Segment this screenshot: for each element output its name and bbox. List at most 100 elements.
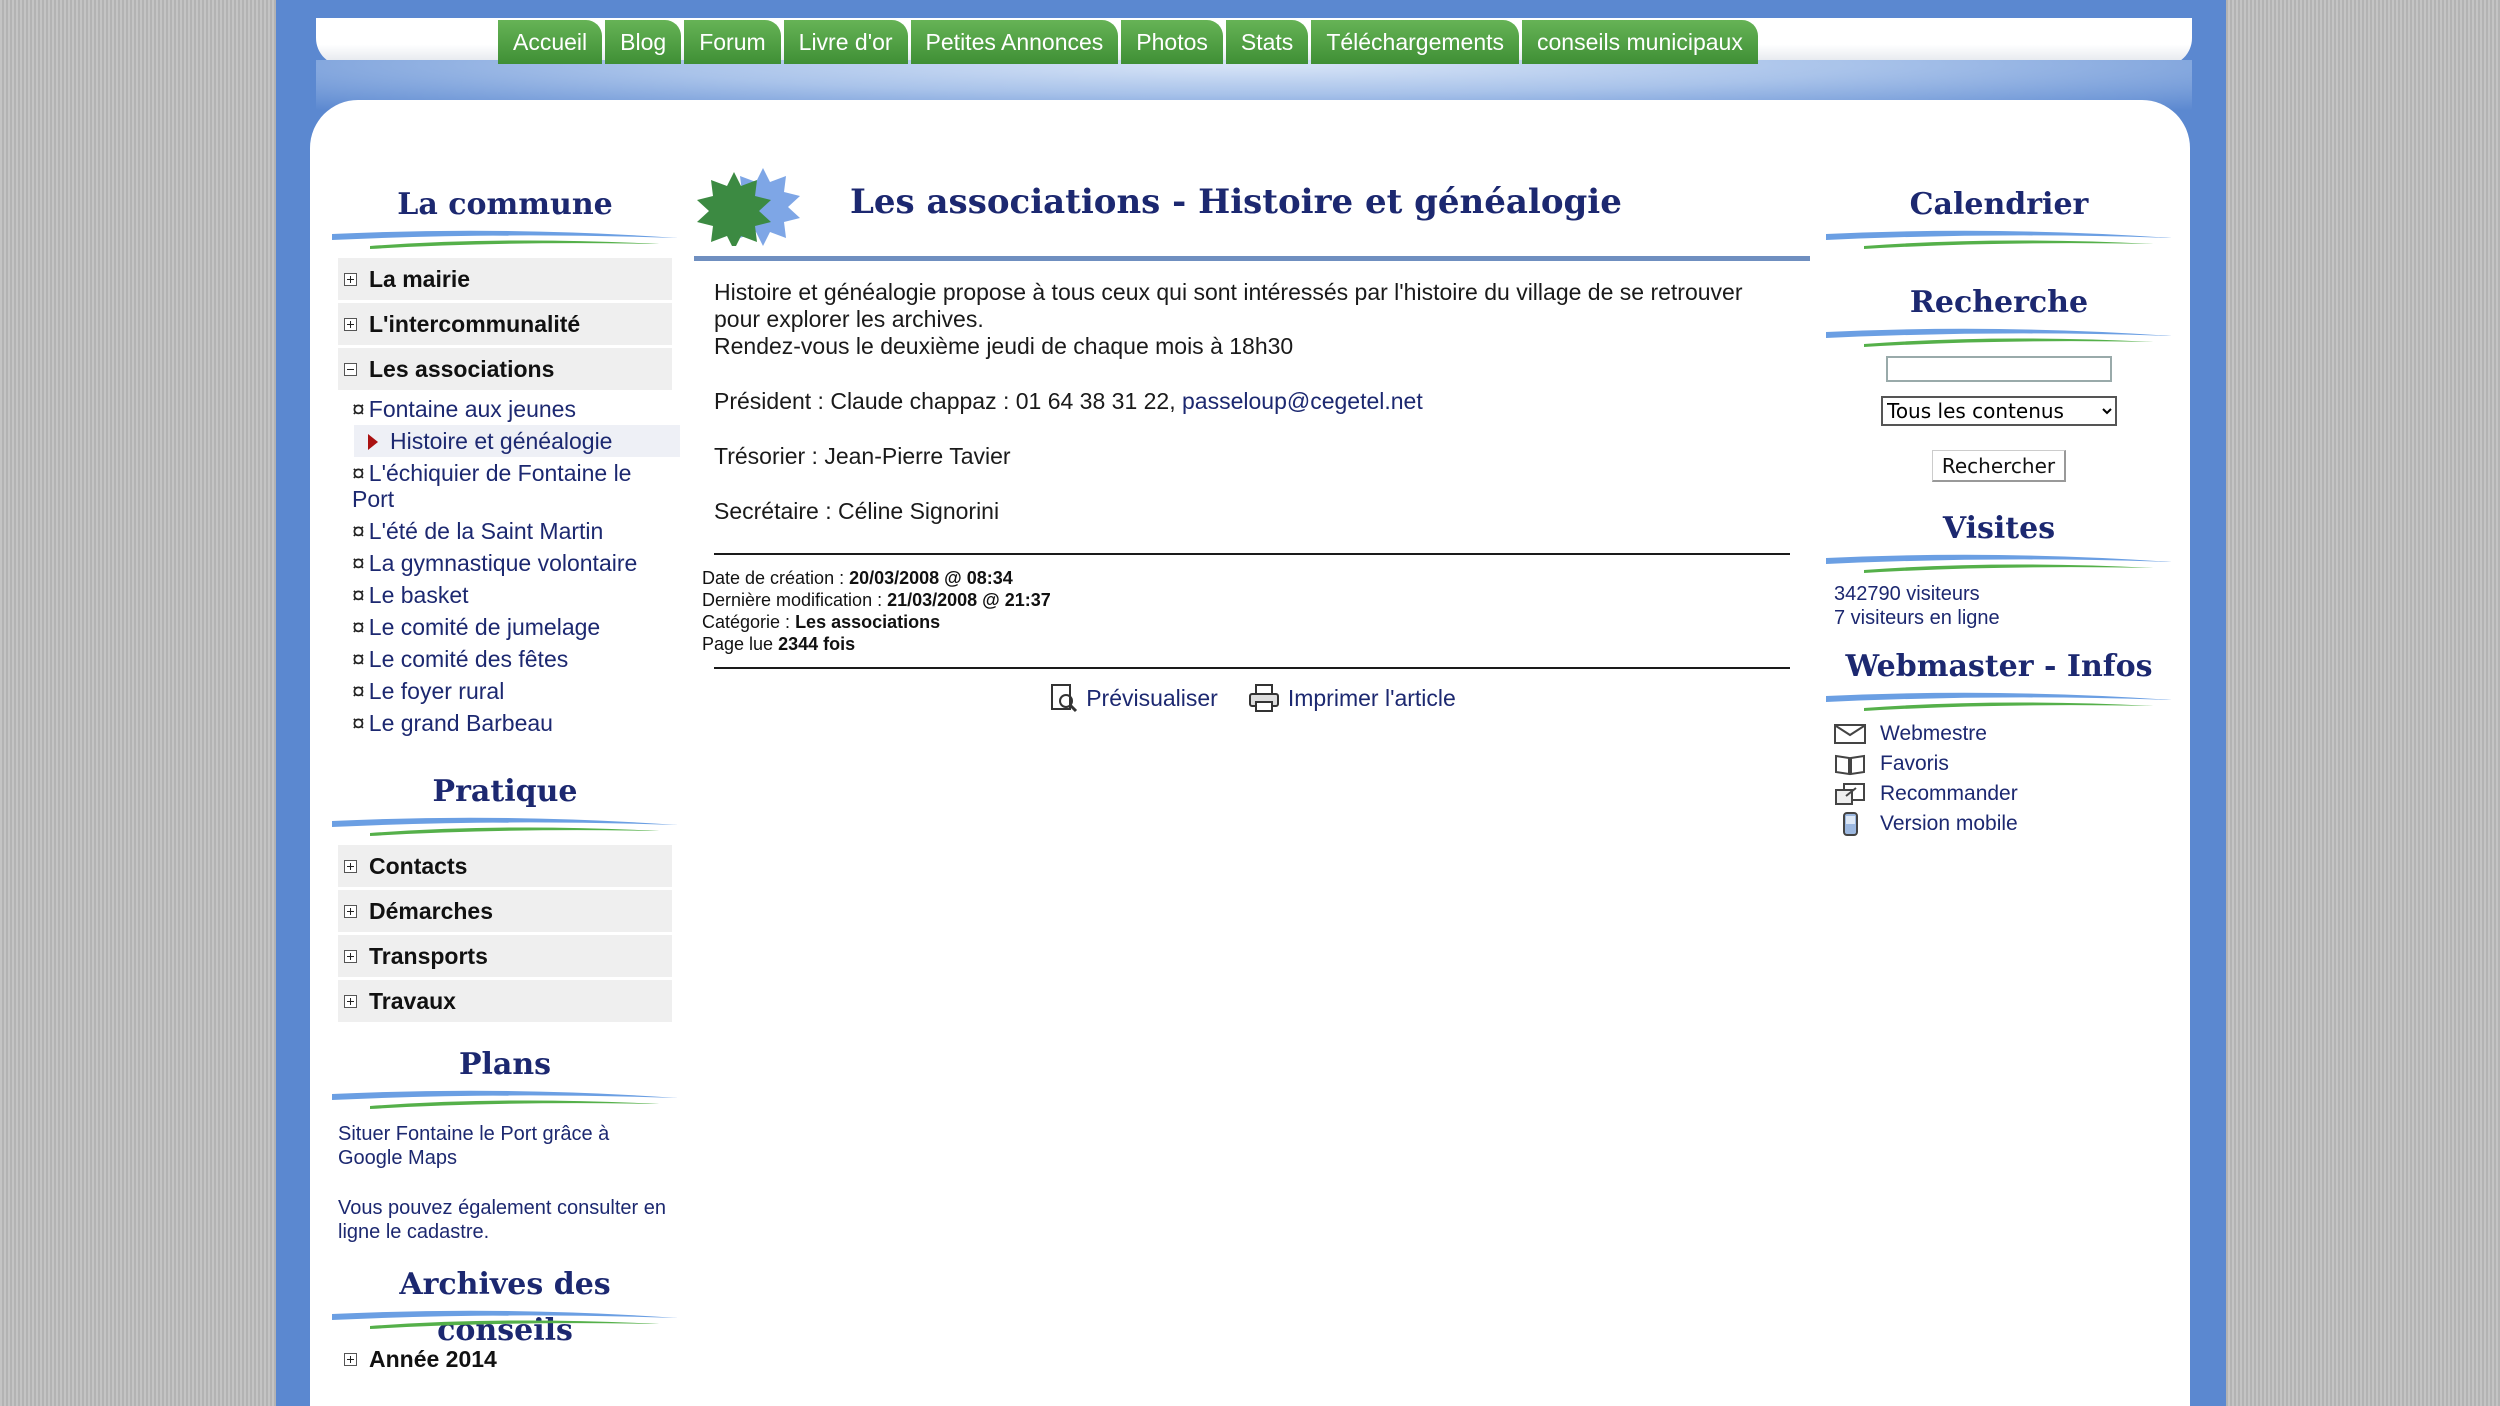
collapse-minus-icon[interactable] [344, 362, 357, 376]
category-value: Les associations [795, 612, 941, 632]
recommend-icon [1835, 783, 1865, 805]
modified-value: 21/03/2008 @ 21:37 [887, 590, 1051, 610]
left-sidebar: La commune La mairie L'intercommunalité … [330, 182, 680, 1383]
menu-la-mairie[interactable]: La mairie [338, 258, 672, 300]
nav-tab-blog[interactable]: Blog [605, 20, 682, 64]
menu-demarches[interactable]: Démarches [338, 890, 672, 932]
search-scope-select[interactable]: Tous les contenus [1881, 396, 2117, 426]
sub-jumelage[interactable]: ¤ Le comité de jumelage [330, 611, 680, 643]
menu-label: Année 2014 [369, 1345, 497, 1372]
mail-icon [1834, 724, 1866, 744]
sub-label: Histoire et généalogie [390, 428, 613, 454]
swoosh-decoration [332, 230, 678, 249]
expand-plus-icon[interactable] [344, 904, 357, 918]
article-header: Les associations - Histoire et généalogi… [694, 166, 1810, 261]
sub-label: Le grand Barbeau [368, 710, 553, 736]
menu-label: Contacts [369, 852, 468, 879]
sub-label: Le comité de jumelage [368, 614, 601, 640]
sub-basket[interactable]: ¤ Le basket [330, 579, 680, 611]
read-value: 2344 fois [778, 634, 856, 654]
nav-tab-conseils-municipaux[interactable]: conseils municipaux [1522, 20, 1758, 64]
article-actions: Prévisualiser Imprimer l'article [694, 683, 1810, 713]
plans-cadastre-link[interactable]: Vous pouvez également consulter en ligne… [330, 1192, 680, 1248]
sub-gymnastique[interactable]: ¤ La gymnastique volontaire [330, 547, 680, 579]
content-panel: La commune La mairie L'intercommunalité … [310, 100, 2190, 1406]
sub-echiquier[interactable]: ¤ L'échiquier de Fontaine le Port [330, 457, 680, 515]
created-label: Date de création : [702, 568, 850, 588]
nav-tab-forum[interactable]: Forum [684, 20, 781, 64]
visitor-count: 342790 visiteurs [1834, 583, 1980, 605]
president-email-link[interactable]: passeloup@cegetel.net [1182, 388, 1423, 414]
menu-les-associations[interactable]: Les associations [338, 348, 672, 390]
book-icon [1835, 754, 1865, 776]
menu-label: Démarches [369, 897, 494, 924]
active-arrow-icon [368, 434, 378, 450]
swoosh-decoration [332, 1090, 678, 1109]
sub-label: Le comité des fêtes [368, 646, 569, 672]
article-body: Histoire et généalogie propose à tous ce… [694, 261, 1810, 525]
sub-fontaine-aux-jeunes[interactable]: ¤ Fontaine aux jeunes [330, 393, 680, 425]
menu-label: Les associations [369, 355, 555, 382]
bullet-icon: ¤ [352, 678, 365, 704]
expand-plus-icon[interactable] [344, 949, 357, 963]
bullet-icon: ¤ [352, 460, 365, 486]
expand-plus-icon[interactable] [344, 317, 357, 331]
menu-transports[interactable]: Transports [338, 935, 672, 977]
plans-title: Plans [458, 1047, 552, 1082]
expand-plus-icon[interactable] [344, 1352, 357, 1366]
swoosh-decoration [1826, 230, 2172, 249]
main-nav: Accueil Blog Forum Livre d'or Petites An… [498, 20, 1761, 64]
bullet-icon: ¤ [352, 646, 365, 672]
bullet-icon: ¤ [352, 550, 365, 576]
sub-ete-saint-martin[interactable]: ¤ L'été de la Saint Martin [330, 515, 680, 547]
print-button[interactable]: Imprimer l'article [1248, 683, 1456, 713]
menu-contacts[interactable]: Contacts [338, 845, 672, 887]
sub-label: L'échiquier de Fontaine le Port [352, 460, 632, 512]
search-input[interactable] [1886, 356, 2112, 382]
favoris-link[interactable]: Favoris [1834, 752, 2164, 776]
preview-button[interactable]: Prévisualiser [1048, 683, 1218, 713]
recommander-label: Recommander [1880, 782, 2018, 805]
bullet-icon: ¤ [352, 518, 365, 544]
search-button[interactable]: Rechercher [1932, 450, 2066, 482]
menu-travaux[interactable]: Travaux [338, 980, 672, 1022]
nav-tab-accueil[interactable]: Accueil [498, 20, 603, 64]
recommander-link[interactable]: Recommander [1834, 782, 2164, 806]
article-title: Les associations - Histoire et généalogi… [850, 182, 1622, 222]
intro-text: Histoire et généalogie propose à tous ce… [714, 279, 1743, 332]
expand-plus-icon[interactable] [344, 994, 357, 1008]
nav-tab-telechargements[interactable]: Téléchargements [1311, 20, 1520, 64]
sub-foyer-rural[interactable]: ¤ Le foyer rural [330, 675, 680, 707]
sub-histoire-genealogie[interactable]: Histoire et généalogie [354, 425, 680, 457]
webmaster-title: Webmaster - Infos [1845, 649, 2153, 684]
sub-label: L'été de la Saint Martin [368, 518, 604, 544]
expand-plus-icon[interactable] [344, 272, 357, 286]
sub-label: La gymnastique volontaire [368, 550, 638, 576]
nav-tab-stats[interactable]: Stats [1225, 20, 1309, 64]
expand-plus-icon[interactable] [344, 859, 357, 873]
online-count: 7 visiteurs en ligne [1834, 607, 2000, 629]
meeting-text: Rendez-vous le deuxième jeudi de chaque … [714, 333, 1294, 359]
plans-maps-link[interactable]: Situer Fontaine le Port grâce à Google M… [330, 1118, 680, 1174]
bullet-icon: ¤ [352, 710, 365, 736]
sub-grand-barbeau[interactable]: ¤ Le grand Barbeau [330, 707, 680, 739]
version-mobile-label: Version mobile [1880, 812, 2018, 835]
president-text: Président : Claude chappaz : 01 64 38 31… [714, 388, 1182, 414]
preview-label: Prévisualiser [1086, 684, 1218, 711]
printer-icon [1248, 684, 1279, 712]
favoris-label: Favoris [1880, 752, 1949, 775]
article-meta: Date de création : 20/03/2008 @ 08:34 De… [694, 555, 1810, 667]
menu-label: La mairie [369, 265, 470, 292]
swoosh-decoration [1826, 554, 2172, 573]
nav-tab-petites-annonces[interactable]: Petites Annonces [910, 20, 1119, 64]
nav-tab-livre-dor[interactable]: Livre d'or [783, 20, 908, 64]
webmestre-link[interactable]: Webmestre [1834, 722, 2164, 746]
nav-tab-photos[interactable]: Photos [1121, 20, 1223, 64]
menu-intercommunalite[interactable]: L'intercommunalité [338, 303, 672, 345]
print-label: Imprimer l'article [1287, 684, 1456, 711]
version-mobile-link[interactable]: Version mobile [1834, 812, 2164, 836]
right-sidebar: Calendrier Recherche Tous les contenus R… [1824, 182, 2174, 842]
sub-comite-fetes[interactable]: ¤ Le comité des fêtes [330, 643, 680, 675]
bullet-icon: ¤ [352, 614, 365, 640]
star-badge-icon [697, 168, 800, 246]
